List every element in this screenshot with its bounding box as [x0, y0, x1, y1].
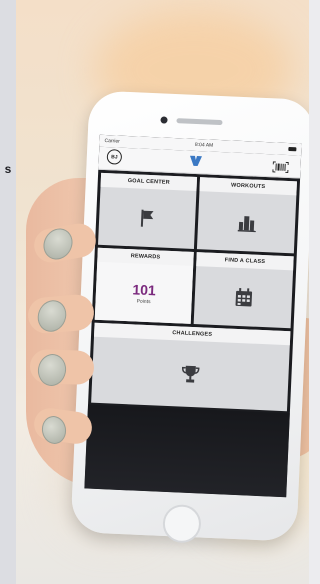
home-button[interactable] — [162, 503, 202, 544]
rewards-tile[interactable]: REWARDS 101 Points — [94, 247, 194, 324]
phone-device: Carrier 8:04 AM BJ GOAL CENTER WORKOUTS … — [70, 90, 309, 544]
barcode-scan-icon[interactable] — [272, 159, 289, 174]
phone-screen: Carrier 8:04 AM BJ GOAL CENTER WORKOUTS … — [84, 134, 302, 498]
avatar-initials: BJ — [111, 153, 118, 161]
edge-label: s — [4, 162, 12, 176]
challenges-tile[interactable]: CHALLENGES — [91, 322, 291, 412]
front-camera — [160, 116, 168, 124]
trophy-icon — [181, 365, 200, 383]
carrier-label: Carrier — [104, 137, 120, 145]
flag-icon — [140, 209, 154, 227]
battery-icon — [288, 147, 297, 152]
calendar-icon — [235, 287, 252, 307]
screen-lower-area — [84, 404, 290, 498]
points-label: Points — [136, 298, 151, 305]
y-logo-icon — [189, 155, 204, 168]
find-a-class-tile[interactable]: FIND A CLASS — [193, 252, 294, 329]
goal-center-tile[interactable]: GOAL CENTER — [98, 172, 198, 249]
status-time: 8:04 AM — [194, 141, 214, 149]
earpiece — [176, 118, 223, 126]
left-panel: s — [0, 0, 16, 584]
promo-photo: Carrier 8:04 AM BJ GOAL CENTER WORKOUTS … — [16, 0, 309, 584]
workouts-tile[interactable]: WORKOUTS — [196, 177, 297, 254]
points-value: 101 — [132, 280, 157, 298]
avatar[interactable]: BJ — [106, 149, 123, 165]
bar-chart-icon — [237, 216, 256, 233]
